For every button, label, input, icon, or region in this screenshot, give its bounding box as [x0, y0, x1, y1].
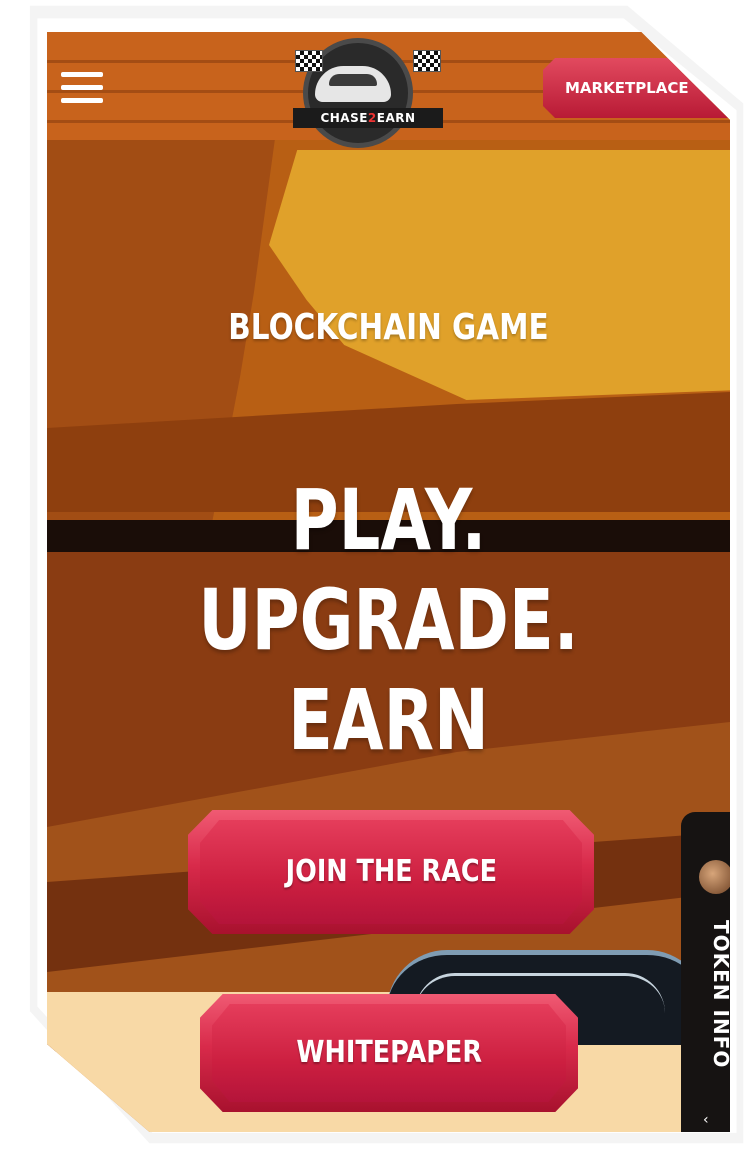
chase2earn-logo[interactable]: CHASE2EARN — [293, 38, 443, 148]
hero-title: PLAY. UPGRADE. EARN — [122, 470, 655, 770]
join-the-race-button[interactable]: JOIN THE RACE — [188, 810, 594, 934]
menu-bar — [61, 98, 103, 103]
logo-text-b: EARN — [376, 111, 416, 125]
hero-title-line1: PLAY. — [290, 471, 487, 569]
hero-title-line2: UPGRADE. EARN — [198, 571, 579, 769]
top-header: CHASE2EARN MARKETPLACE — [47, 32, 730, 148]
coin-icon — [699, 860, 730, 894]
logo-text-accent: 2 — [367, 111, 377, 125]
checkered-flag-icon — [295, 50, 323, 72]
app-screen: CHASE2EARN MARKETPLACE BLOCKCHAIN GAME P… — [47, 32, 730, 1132]
chevron-left-icon: ‹ — [703, 1112, 709, 1128]
menu-bar — [61, 85, 103, 90]
whitepaper-button[interactable]: WHITEPAPER — [200, 994, 578, 1112]
hero-subtitle: BLOCKCHAIN GAME — [228, 307, 549, 348]
logo-car-icon — [315, 66, 391, 102]
join-the-race-label: JOIN THE RACE — [285, 854, 497, 889]
logo-text-a: CHASE — [320, 111, 368, 125]
checkered-flag-icon — [413, 50, 441, 72]
whitepaper-label: WHITEPAPER — [296, 1035, 482, 1070]
menu-bar — [61, 72, 103, 77]
logo-wordmark: CHASE2EARN — [293, 108, 443, 128]
hamburger-menu-icon[interactable] — [61, 72, 103, 104]
token-info-label: TOKEN INFO — [709, 920, 730, 1069]
token-info-tab[interactable]: TOKEN INFO ‹ — [681, 812, 730, 1132]
